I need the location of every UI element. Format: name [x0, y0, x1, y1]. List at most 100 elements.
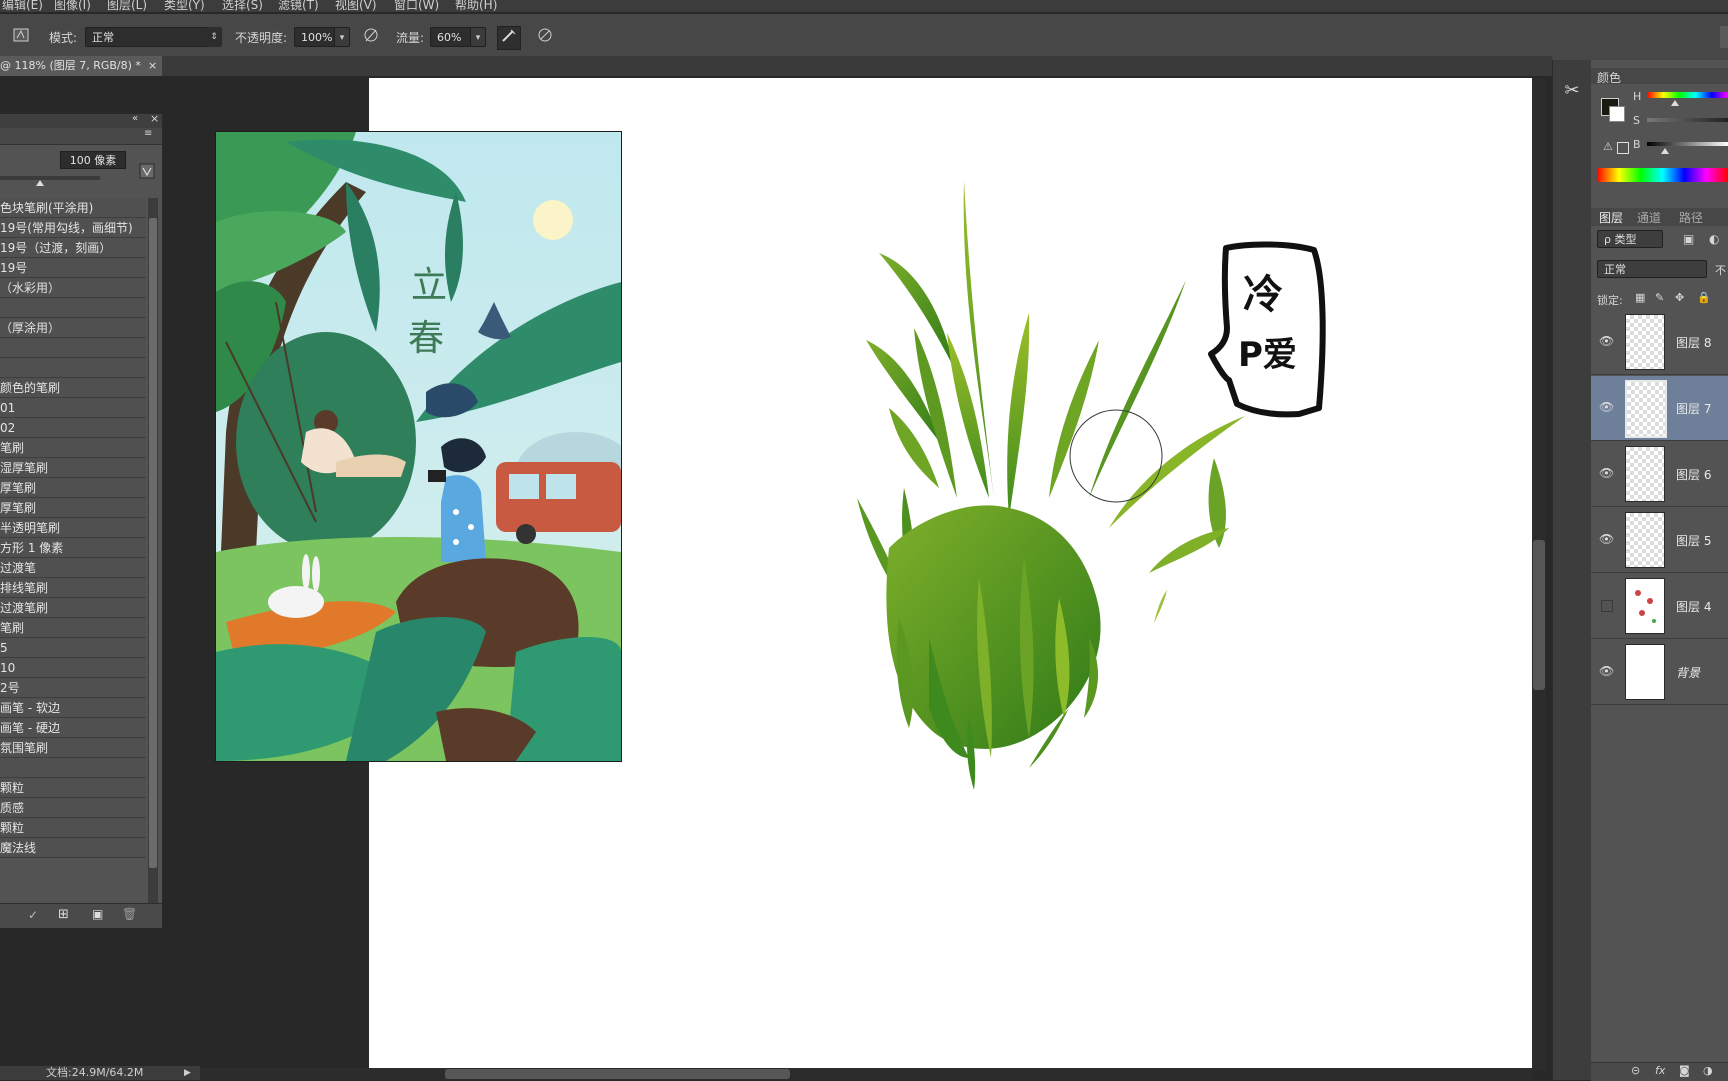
- create-preset-icon[interactable]: ▣: [92, 907, 103, 921]
- brush-preset-item[interactable]: 19号: [0, 258, 146, 278]
- menu-image[interactable]: 图像(I): [54, 0, 91, 12]
- document-tab[interactable]: @ 118% (图层 7, RGB/8) * ×: [0, 56, 162, 76]
- hue-slider[interactable]: [1647, 92, 1728, 98]
- saturation-slider[interactable]: [1647, 118, 1728, 122]
- close-panel-icon[interactable]: ×: [150, 112, 159, 125]
- brush-preset-item[interactable]: 2号: [0, 678, 146, 698]
- visibility-off-icon[interactable]: [1601, 600, 1613, 612]
- menu-layer[interactable]: 图层(L): [107, 0, 147, 12]
- brush-preset-item[interactable]: 10: [0, 658, 146, 678]
- link-layers-icon[interactable]: ⊝: [1631, 1064, 1640, 1077]
- hue-slider-thumb[interactable]: [1671, 100, 1679, 106]
- brush-preset-item[interactable]: 魔法线: [0, 838, 146, 858]
- brush-preset-item[interactable]: 5: [0, 638, 146, 658]
- brush-preset-item[interactable]: 画笔 - 软边: [0, 698, 146, 718]
- add-mask-icon[interactable]: ◙: [1679, 1064, 1690, 1077]
- menu-window[interactable]: 窗口(W): [394, 0, 439, 12]
- menu-type[interactable]: 类型(Y): [164, 0, 205, 12]
- visibility-eye-icon[interactable]: 👁: [1599, 664, 1614, 678]
- panel-menu-icon[interactable]: ≡: [144, 128, 152, 139]
- flow-field[interactable]: 60%: [430, 27, 472, 47]
- color-panel-title[interactable]: 颜色: [1597, 69, 1621, 86]
- fx-icon[interactable]: fx: [1655, 1064, 1665, 1077]
- collapse-icon[interactable]: «: [132, 113, 138, 124]
- brush-preset-item[interactable]: 颜色的笔刷: [0, 378, 146, 398]
- layer-row-6[interactable]: 👁 图层 6: [1591, 442, 1728, 507]
- status-menu-arrow-icon[interactable]: ▶: [184, 1066, 191, 1080]
- brush-preset-item[interactable]: 质感: [0, 798, 146, 818]
- filter-image-icon[interactable]: ▣: [1683, 232, 1694, 246]
- trash-icon[interactable]: 🗑: [122, 907, 137, 921]
- brush-preset-item[interactable]: 颗粒: [0, 778, 146, 798]
- grid-icon[interactable]: ⊞: [58, 907, 69, 922]
- brush-preset-item[interactable]: （厚涂用）: [0, 318, 146, 338]
- menu-help[interactable]: 帮助(H): [455, 0, 497, 12]
- layer-row-8[interactable]: 👁 图层 8: [1591, 310, 1728, 375]
- brush-preset-item[interactable]: 过渡笔刷: [0, 598, 146, 618]
- size-slider-thumb[interactable]: [36, 180, 44, 186]
- blend-mode-select[interactable]: 正常: [1597, 260, 1707, 278]
- layer-filter-select[interactable]: ρ 类型: [1597, 230, 1663, 248]
- brush-preset-item[interactable]: [0, 358, 146, 378]
- brightness-slider[interactable]: [1647, 142, 1728, 146]
- brush-preset-item[interactable]: 19号（过渡，刻画）: [0, 238, 146, 258]
- brush-preset-item[interactable]: 笔刷: [0, 618, 146, 638]
- brush-preset-item[interactable]: 厚笔刷: [0, 498, 146, 518]
- menu-edit[interactable]: 编辑(E): [2, 0, 43, 12]
- visibility-eye-icon[interactable]: 👁: [1599, 334, 1614, 348]
- lock-move-icon[interactable]: ✥: [1675, 291, 1684, 304]
- opacity-dropdown-icon[interactable]: ▾: [334, 27, 350, 47]
- workspace-button[interactable]: [1720, 26, 1728, 48]
- web-safe-swatch-icon[interactable]: [1617, 142, 1629, 154]
- brush-list-scroll-thumb[interactable]: [149, 218, 157, 868]
- gamut-warning-icon[interactable]: ⚠: [1603, 140, 1613, 153]
- brush-preset-item[interactable]: 19号(常用勾线，画细节): [0, 218, 146, 238]
- brush-preset-item[interactable]: 氛围笔刷: [0, 738, 146, 758]
- new-preset-icon[interactable]: [138, 162, 156, 180]
- visibility-eye-icon[interactable]: 👁: [1599, 466, 1614, 480]
- canvas-horizontal-scroll-thumb[interactable]: [445, 1069, 790, 1079]
- pressure-opacity-icon[interactable]: [360, 26, 382, 48]
- pressure-size-icon[interactable]: [534, 26, 556, 48]
- color-ramp[interactable]: [1597, 168, 1728, 182]
- opacity-field[interactable]: 100%: [294, 27, 336, 47]
- brightness-slider-thumb[interactable]: [1661, 148, 1669, 154]
- brush-size-field[interactable]: 100 像素: [60, 151, 126, 169]
- canvas-horizontal-scrollbar[interactable]: [176, 1068, 1532, 1080]
- layer-row-4[interactable]: 图层 4: [1591, 574, 1728, 639]
- brush-preset-item[interactable]: 画笔 - 硬边: [0, 718, 146, 738]
- lock-all-icon[interactable]: 🔒: [1697, 291, 1711, 304]
- adjustment-layer-icon[interactable]: ◑: [1703, 1064, 1713, 1077]
- menu-filter[interactable]: 滤镜(T): [278, 0, 319, 12]
- brush-preset-item[interactable]: 厚笔刷: [0, 478, 146, 498]
- brush-preset-item[interactable]: 方形 1 像素: [0, 538, 146, 558]
- brush-preset-item[interactable]: 色块笔刷(平涂用): [0, 198, 146, 218]
- opacity-truncated[interactable]: 不: [1715, 262, 1726, 278]
- brush-preset-item[interactable]: 笔刷: [0, 438, 146, 458]
- mode-chevron-icon[interactable]: ⇕: [206, 27, 222, 47]
- toggle-brush-icon[interactable]: ✓: [28, 908, 38, 922]
- brush-preset-item[interactable]: 湿厚笔刷: [0, 458, 146, 478]
- brush-preset-item[interactable]: 半透明笔刷: [0, 518, 146, 538]
- airbrush-icon[interactable]: [497, 26, 521, 50]
- layer-row-5[interactable]: 👁 图层 5: [1591, 508, 1728, 573]
- tab-layers[interactable]: 图层: [1599, 209, 1623, 226]
- tab-paths[interactable]: 路径: [1679, 209, 1703, 226]
- brush-preset-item[interactable]: 过渡笔: [0, 558, 146, 578]
- brush-preset-item[interactable]: 颗粒: [0, 818, 146, 838]
- visibility-eye-icon[interactable]: 👁: [1599, 400, 1614, 414]
- brush-preset-item[interactable]: 01: [0, 398, 146, 418]
- canvas-vertical-scroll-thumb[interactable]: [1533, 540, 1545, 690]
- menu-view[interactable]: 视图(V): [335, 0, 377, 12]
- size-slider-track[interactable]: [0, 176, 100, 180]
- brush-preset-picker-icon[interactable]: [10, 26, 32, 48]
- filter-adjust-icon[interactable]: ◐: [1709, 232, 1719, 246]
- brush-preset-item[interactable]: （水彩用）: [0, 278, 146, 298]
- tab-channels[interactable]: 通道: [1637, 209, 1661, 226]
- brush-preset-item[interactable]: [0, 298, 146, 318]
- brush-preset-item[interactable]: 02: [0, 418, 146, 438]
- brush-preset-item[interactable]: [0, 338, 146, 358]
- layer-row-background[interactable]: 👁 背景: [1591, 640, 1728, 705]
- brush-preset-item[interactable]: [0, 758, 146, 778]
- layer-row-7[interactable]: 👁 图层 7: [1591, 376, 1728, 441]
